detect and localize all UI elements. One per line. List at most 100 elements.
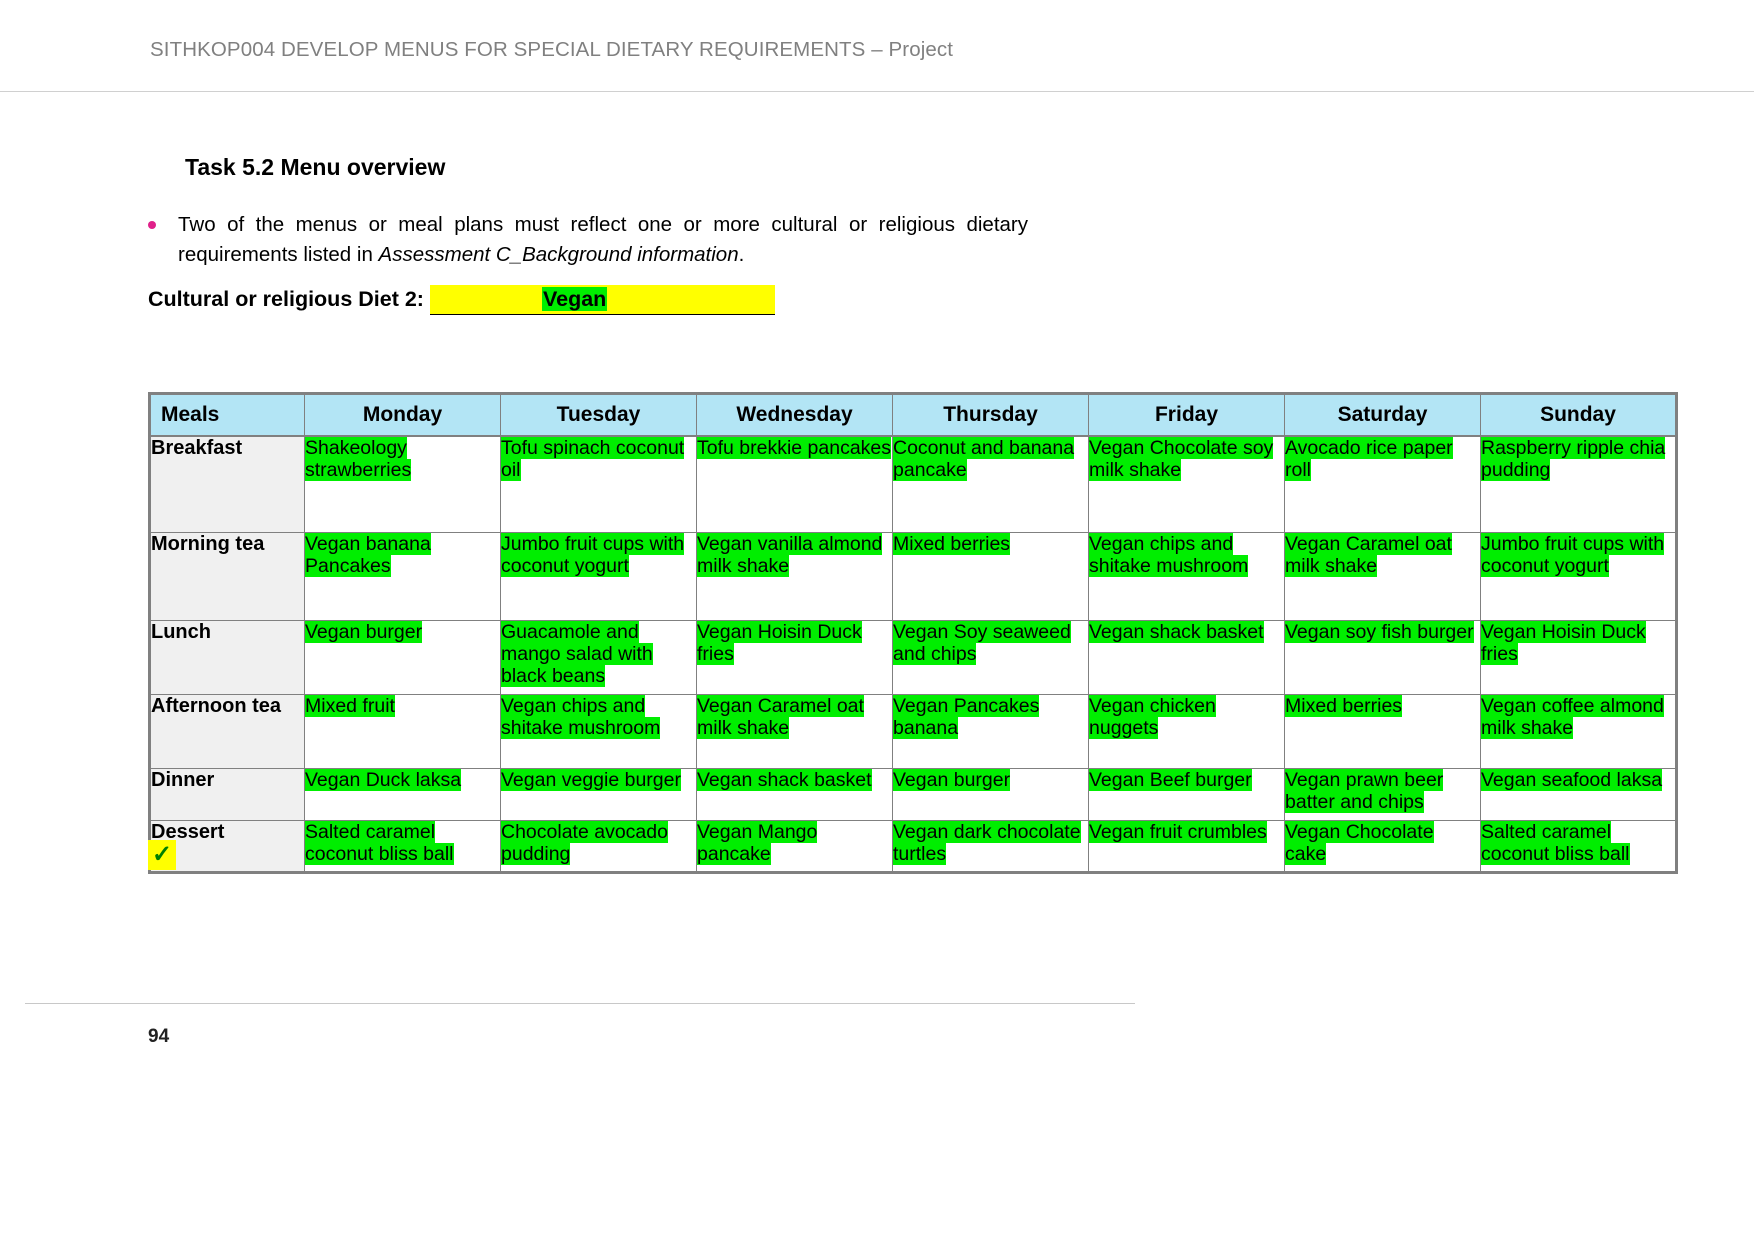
menu-cell[interactable]: Shakeology strawberries <box>304 435 501 533</box>
menu-cell[interactable]: Vegan Beef burger <box>1088 767 1285 821</box>
instruction-bullet: Two of the menus or meal plans must refl… <box>148 210 1028 270</box>
menu-item: Vegan chips and shitake mushroom <box>501 694 661 739</box>
menu-item: Tofu spinach coconut oil <box>501 437 685 481</box>
menu-cell[interactable]: Jumbo fruit cups with coconut yogurt <box>1480 531 1677 621</box>
menu-cell[interactable]: Vegan Hoisin Duck fries <box>696 619 893 695</box>
diet-answer-value: Vegan <box>541 287 608 311</box>
menu-cell[interactable]: Vegan chicken nuggets <box>1088 693 1285 769</box>
menu-cell[interactable]: Vegan Hoisin Duck fries <box>1480 619 1677 695</box>
menu-item: Vegan chips and shitake mushroom <box>1089 532 1249 577</box>
menu-cell[interactable]: Vegan coffee almond milk shake <box>1480 693 1677 769</box>
menu-cell[interactable]: Vegan fruit crumbles <box>1088 819 1285 873</box>
menu-cell[interactable]: Avocado rice paper roll <box>1284 435 1481 533</box>
menu-cell[interactable]: Vegan veggie burger <box>500 767 697 821</box>
column-header-tuesday: Tuesday <box>500 393 697 437</box>
menu-cell[interactable]: Vegan chips and shitake mushroom <box>500 693 697 769</box>
menu-overview-table: Meals Monday Tuesday Wednesday Thursday … <box>148 392 1678 874</box>
menu-item: Mixed berries <box>1285 694 1403 717</box>
table-row: Afternoon tea Mixed fruit Vegan chips an… <box>149 693 1677 769</box>
menu-item: Vegan Caramel oat milk shake <box>1285 532 1452 577</box>
menu-cell[interactable]: Vegan vanilla almond milk shake <box>696 531 893 621</box>
menu-item: Shakeology strawberries <box>305 437 412 481</box>
menu-item: Vegan Chocolate soy milk shake <box>1089 437 1274 481</box>
menu-cell[interactable]: Mixed berries <box>892 531 1089 621</box>
menu-item: Vegan Hoisin Duck fries <box>697 620 862 665</box>
menu-table-container: Meals Monday Tuesday Wednesday Thursday … <box>148 392 1678 874</box>
diet-answer-line: Cultural or religious Diet 2: Vegan <box>148 285 776 315</box>
column-header-sunday: Sunday <box>1480 393 1677 437</box>
menu-cell[interactable]: Vegan soy fish burger <box>1284 619 1481 695</box>
menu-cell[interactable]: Vegan burger <box>304 619 501 695</box>
menu-item: Vegan fruit crumbles <box>1089 820 1267 843</box>
menu-cell[interactable]: Vegan dark chocolate turtles <box>892 819 1089 873</box>
menu-item: Mixed berries <box>893 532 1011 555</box>
footer-divider <box>25 1003 1135 1004</box>
menu-item: Tofu brekkie pancakes <box>697 437 892 459</box>
menu-item: Vegan burger <box>893 768 1011 791</box>
menu-item: Salted caramel coconut bliss ball <box>1481 820 1630 865</box>
menu-item: Guacamole and mango salad with black bea… <box>501 620 653 687</box>
menu-item: Vegan soy fish burger <box>1285 620 1474 643</box>
menu-cell[interactable]: Vegan Caramel oat milk shake <box>1284 531 1481 621</box>
menu-item: Vegan coffee almond milk shake <box>1481 694 1664 739</box>
menu-cell[interactable]: Jumbo fruit cups with coconut yogurt <box>500 531 697 621</box>
instruction-text-italic: Assessment C_Background information <box>378 243 739 266</box>
menu-cell[interactable]: Vegan Chocolate cake <box>1284 819 1481 873</box>
column-header-wednesday: Wednesday <box>696 393 893 437</box>
menu-cell[interactable]: Vegan Chocolate soy milk shake <box>1088 435 1285 533</box>
menu-item: Vegan chicken nuggets <box>1089 694 1216 739</box>
menu-item: Coconut and banana pancake <box>893 437 1075 481</box>
menu-cell[interactable]: Vegan shack basket <box>696 767 893 821</box>
menu-cell[interactable]: Vegan burger <box>892 767 1089 821</box>
menu-item: Vegan veggie burger <box>501 768 681 791</box>
menu-cell[interactable]: Vegan Duck laksa <box>304 767 501 821</box>
menu-cell[interactable]: Guacamole and mango salad with black bea… <box>500 619 697 695</box>
table-row: Breakfast Shakeology strawberries Tofu s… <box>149 435 1677 533</box>
menu-item: Vegan banana Pancakes <box>305 532 431 577</box>
document-header-title: SITHKOP004 DEVELOP MENUS FOR SPECIAL DIE… <box>150 38 954 61</box>
menu-cell[interactable]: Vegan chips and shitake mushroom <box>1088 531 1285 621</box>
menu-item: Vegan Soy seaweed and chips <box>893 620 1071 665</box>
menu-cell[interactable]: Vegan Mango pancake <box>696 819 893 873</box>
menu-cell[interactable]: Salted caramel coconut bliss ball <box>304 819 501 873</box>
menu-cell[interactable]: Vegan shack basket <box>1088 619 1285 695</box>
table-row: Dessert Salted caramel coconut bliss bal… <box>149 819 1677 873</box>
menu-cell[interactable]: Vegan Soy seaweed and chips <box>892 619 1089 695</box>
diet-answer-blank[interactable]: Vegan <box>429 285 776 315</box>
menu-cell[interactable]: Vegan banana Pancakes <box>304 531 501 621</box>
column-header-saturday: Saturday <box>1284 393 1481 437</box>
table-row: Morning tea Vegan banana Pancakes Jumbo … <box>149 531 1677 621</box>
menu-item: Vegan shack basket <box>1089 620 1264 643</box>
menu-item: Raspberry ripple chia pudding <box>1481 437 1666 481</box>
menu-item: Vegan Mango pancake <box>697 820 818 865</box>
meal-label: Afternoon tea <box>149 693 305 769</box>
menu-item: Vegan shack basket <box>697 768 872 791</box>
table-row: Dinner Vegan Duck laksa Vegan veggie bur… <box>149 767 1677 821</box>
menu-cell[interactable]: Salted caramel coconut bliss ball <box>1480 819 1677 873</box>
bullet-dot-icon <box>148 221 156 229</box>
menu-cell[interactable]: Vegan prawn beer batter and chips <box>1284 767 1481 821</box>
page-content: Task 5.2 Menu overview Two of the menus … <box>0 92 1754 1241</box>
menu-cell[interactable]: Tofu brekkie pancakes <box>696 435 893 533</box>
menu-cell[interactable]: Tofu spinach coconut oil <box>500 435 697 533</box>
menu-item: Vegan Chocolate cake <box>1285 820 1434 865</box>
instruction-bullet-text: Two of the menus or meal plans must refl… <box>178 210 1028 270</box>
menu-cell[interactable]: Chocolate avocado pudding <box>500 819 697 873</box>
menu-cell[interactable]: Raspberry ripple chia pudding <box>1480 435 1677 533</box>
menu-item: Vegan Pancakes banana <box>893 694 1040 739</box>
menu-cell[interactable]: Vegan Caramel oat milk shake <box>696 693 893 769</box>
menu-item: Vegan Beef burger <box>1089 768 1252 791</box>
column-header-monday: Monday <box>304 393 501 437</box>
menu-item: Chocolate avocado pudding <box>501 820 668 865</box>
menu-item: Avocado rice paper roll <box>1285 437 1453 481</box>
meal-label: Breakfast <box>149 435 305 533</box>
menu-cell[interactable]: Mixed berries <box>1284 693 1481 769</box>
menu-cell[interactable]: Vegan Pancakes banana <box>892 693 1089 769</box>
menu-cell[interactable]: Vegan seafood laksa <box>1480 767 1677 821</box>
column-header-thursday: Thursday <box>892 393 1089 437</box>
menu-cell[interactable]: Mixed fruit <box>304 693 501 769</box>
menu-cell[interactable]: Coconut and banana pancake <box>892 435 1089 533</box>
menu-item: Vegan prawn beer batter and chips <box>1285 768 1444 813</box>
menu-item: Jumbo fruit cups with coconut yogurt <box>1481 532 1665 577</box>
column-header-friday: Friday <box>1088 393 1285 437</box>
